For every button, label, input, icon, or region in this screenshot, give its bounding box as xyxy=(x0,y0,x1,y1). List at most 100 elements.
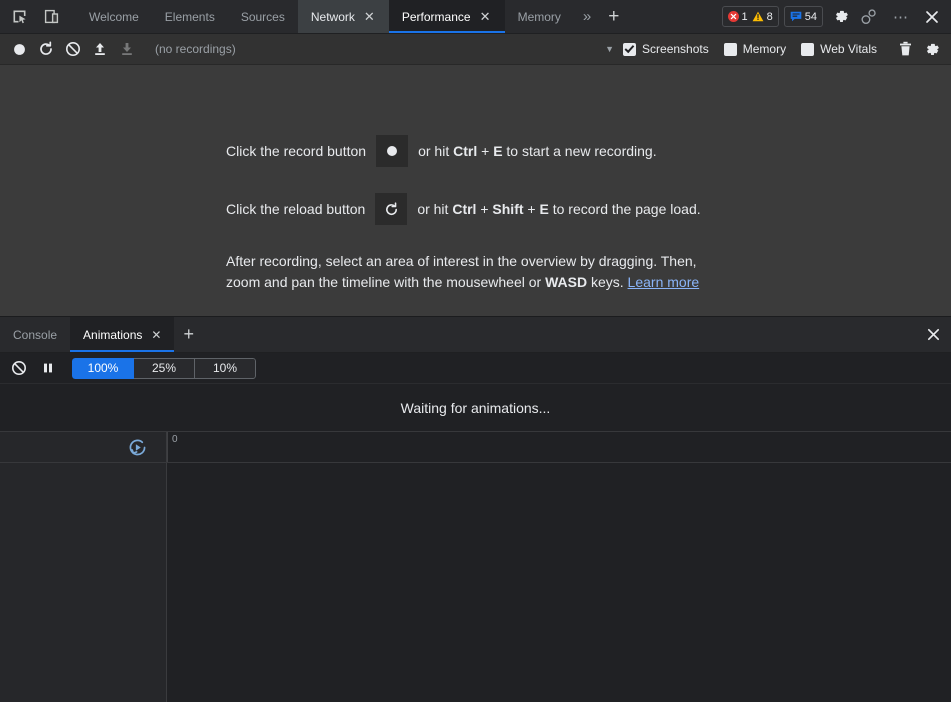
issues-badge-group[interactable]: 1 8 xyxy=(721,6,779,27)
tab-label: Welcome xyxy=(89,9,139,24)
checkbox-web-vitals[interactable]: Web Vitals xyxy=(801,42,877,56)
landing-plus2: + xyxy=(480,201,489,217)
tab-performance[interactable]: Performance ✕ xyxy=(388,0,505,33)
tab-label: Memory xyxy=(517,9,561,24)
trash-icon[interactable] xyxy=(892,37,918,61)
landing-reload-row: Click the reload button or hit Ctrl + Sh… xyxy=(226,193,846,225)
landing-record-row: Click the record button or hit Ctrl + E … xyxy=(226,135,846,167)
checkbox-box xyxy=(801,42,815,56)
performance-landing-pane: Click the record button or hit Ctrl + E … xyxy=(0,65,951,316)
drawer-add-tab-button[interactable]: + xyxy=(174,317,203,352)
landing-content: Click the record button or hit Ctrl + E … xyxy=(226,135,846,293)
landing-record-pre: Click the record button xyxy=(226,143,367,159)
timeline-tick-label-0: 0 xyxy=(172,434,178,445)
inspect-cursor-icon[interactable] xyxy=(6,4,32,30)
animations-timeline-header: 0 xyxy=(0,432,951,463)
reload-and-record-button[interactable] xyxy=(33,37,59,61)
landing-key-e: E xyxy=(493,143,503,159)
error-count: 1 xyxy=(741,10,748,23)
landing-plus: + xyxy=(481,143,490,159)
checkbox-label: Screenshots xyxy=(642,42,709,56)
checkbox-memory[interactable]: Memory xyxy=(723,42,787,56)
warning-badge[interactable]: 8 xyxy=(752,11,773,23)
add-tab-button[interactable]: + xyxy=(600,0,627,33)
timeline-tick-0 xyxy=(167,432,168,462)
animations-toolbar: 100% 25% 10% xyxy=(0,353,951,384)
checkbox-label: Memory xyxy=(742,42,787,56)
landing-hint-a: After recording, select an area of inter… xyxy=(226,253,697,290)
close-icon[interactable]: ✕ xyxy=(363,10,376,23)
record-button-inline[interactable] xyxy=(376,135,409,167)
close-devtools-icon[interactable] xyxy=(919,4,945,30)
tab-label: Network xyxy=(310,9,355,24)
drawer-tab-console[interactable]: Console xyxy=(0,317,70,352)
landing-key-shift: Shift xyxy=(492,201,524,217)
main-tab-bar: Welcome Elements Sources Network ✕ Perfo… xyxy=(0,0,951,34)
checkbox-screenshots[interactable]: Screenshots xyxy=(623,42,709,56)
landing-key-ctrl2: Ctrl xyxy=(452,201,477,217)
checkbox-box xyxy=(723,42,737,56)
clear-animations-button[interactable] xyxy=(6,356,32,380)
learn-more-link[interactable]: Learn more xyxy=(628,274,700,290)
error-badge[interactable]: 1 xyxy=(727,10,748,23)
speed-option-100[interactable]: 100% xyxy=(72,357,134,379)
drawer-tab-bar: Console Animations ✕ + xyxy=(0,317,951,353)
waiting-for-animations-message: Waiting for animations... xyxy=(0,384,951,432)
message-count: 54 xyxy=(804,10,817,23)
tab-welcome[interactable]: Welcome xyxy=(76,0,152,33)
drawer-tab-animations[interactable]: Animations ✕ xyxy=(70,317,175,352)
tab-label: Elements xyxy=(164,9,215,24)
tabbar-right-controls: 1 8 54 ⋯ xyxy=(721,0,951,33)
drawer-tab-label: Console xyxy=(13,327,58,342)
load-profile-button[interactable] xyxy=(87,37,113,61)
error-icon xyxy=(727,11,739,22)
tab-list: Welcome Elements Sources Network ✕ Perfo… xyxy=(76,0,574,33)
tab-network[interactable]: Network ✕ xyxy=(297,0,389,33)
timeline-header-right[interactable]: 0 xyxy=(167,432,951,462)
dock-settings-icon[interactable] xyxy=(856,4,882,30)
playback-speed-group: 100% 25% 10% xyxy=(72,357,256,379)
speed-option-25[interactable]: 25% xyxy=(134,357,195,379)
warning-count: 8 xyxy=(766,10,773,23)
landing-reload-post-a: or hit xyxy=(417,201,449,217)
landing-hint-b: keys. xyxy=(590,274,624,290)
message-badge[interactable]: 54 xyxy=(790,11,817,23)
drawer-panel: Console Animations ✕ + 100% 25% 10% Wait… xyxy=(0,316,951,702)
close-icon[interactable]: ✕ xyxy=(151,329,161,341)
close-icon[interactable]: ✕ xyxy=(479,10,492,23)
tab-sources[interactable]: Sources xyxy=(228,0,298,33)
animation-list-column xyxy=(0,463,167,702)
checkbox-label: Web Vitals xyxy=(820,42,877,56)
device-toolbar-icon[interactable] xyxy=(38,4,64,30)
landing-hint-paragraph: After recording, select an area of inter… xyxy=(226,251,718,293)
gear-icon[interactable] xyxy=(828,4,854,30)
replay-icon[interactable] xyxy=(125,435,149,459)
landing-key-ctrl: Ctrl xyxy=(453,143,478,159)
landing-key-wasd: WASD xyxy=(545,274,588,290)
close-drawer-icon[interactable] xyxy=(915,317,951,352)
animations-timeline-body xyxy=(0,463,951,702)
more-options-icon[interactable]: ⋯ xyxy=(884,8,917,26)
checkbox-box xyxy=(623,42,637,56)
devtools-window: Welcome Elements Sources Network ✕ Perfo… xyxy=(0,0,951,702)
speed-option-10[interactable]: 10% xyxy=(195,357,256,379)
tab-label: Performance xyxy=(401,9,471,24)
save-profile-button[interactable] xyxy=(114,37,140,61)
landing-key-e2: E xyxy=(539,201,549,217)
chevron-down-icon[interactable]: ▼ xyxy=(605,44,614,54)
messages-badge-group[interactable]: 54 xyxy=(783,6,823,27)
landing-plus3: + xyxy=(527,201,536,217)
landing-reload-post-b: to record the page load. xyxy=(552,201,701,217)
pause-icon[interactable] xyxy=(35,356,61,380)
reload-record-button-inline[interactable] xyxy=(375,193,408,225)
record-button[interactable] xyxy=(6,37,32,61)
more-tabs-icon[interactable]: » xyxy=(574,0,600,33)
drawer-tabbar-spacer xyxy=(203,317,915,352)
tab-memory[interactable]: Memory xyxy=(505,0,574,33)
performance-settings-gear-icon[interactable] xyxy=(919,37,945,61)
tabbar-spacer xyxy=(627,0,721,33)
clear-recording-button[interactable] xyxy=(60,37,86,61)
drawer-tab-label: Animations xyxy=(83,327,143,342)
tab-elements[interactable]: Elements xyxy=(152,0,228,33)
warning-icon xyxy=(752,11,764,22)
